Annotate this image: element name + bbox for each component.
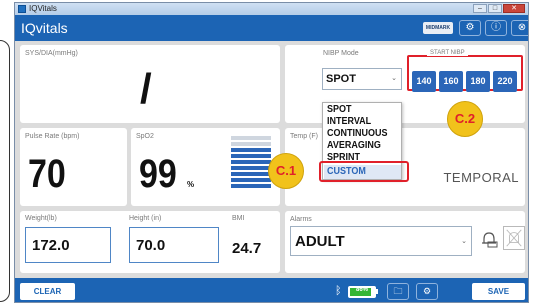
spo2-bar: [231, 184, 271, 188]
clear-button[interactable]: CLEAR: [20, 283, 75, 300]
close-icon[interactable]: ⊗: [511, 20, 528, 36]
pulse-panel: Pulse Rate (bpm) 70: [20, 128, 127, 206]
alarms-panel: Alarms ADULT ⌄: [285, 211, 525, 273]
start-nibp-label: START NIBP: [427, 50, 468, 56]
battery-tip: [376, 289, 378, 294]
minimize-button[interactable]: –: [473, 4, 487, 13]
spo2-bar: [231, 136, 271, 140]
spo2-label: SpO2: [136, 133, 154, 140]
nibp-panel: NIBP Mode SPOT ⌄ 140 160 180 220 START N…: [285, 45, 525, 123]
left-frame-decoration: [0, 40, 10, 302]
nibp-option-continuous[interactable]: CONTINUOUS: [327, 128, 388, 139]
app-window: IQVitals – □ ✕ IQvitals MIDMARK ⚙ ⓘ ⊗ SY…: [14, 2, 529, 303]
start-nibp-160-button[interactable]: 160: [439, 71, 463, 92]
nibp-mode-select[interactable]: SPOT ⌄: [322, 68, 402, 90]
pulse-value: 70: [28, 152, 66, 196]
measures-panel: Weight(lb) 172.0 Height (in) 70.0 BMI 24…: [20, 211, 280, 273]
nibp-option-averaging[interactable]: AVERAGING: [327, 140, 381, 151]
app-icon: [18, 5, 26, 13]
weight-value: 172.0: [32, 237, 70, 254]
info-icon[interactable]: ⓘ: [485, 20, 507, 36]
nibp-option-interval[interactable]: INTERVAL: [327, 116, 371, 127]
app-header: IQvitals MIDMARK ⚙ ⓘ ⊗: [15, 15, 528, 41]
bp-panel: SYS/DIA(mmHg) /: [20, 45, 280, 123]
alarm-silence-icon[interactable]: [503, 226, 525, 250]
spo2-bar: [231, 148, 271, 152]
start-nibp-180-button[interactable]: 180: [466, 71, 490, 92]
bluetooth-icon: ᛒ: [335, 285, 342, 297]
weight-field[interactable]: 172.0: [25, 227, 111, 263]
nibp-mode-label: NIBP Mode: [323, 50, 359, 57]
pulse-label: Pulse Rate (bpm): [25, 133, 80, 140]
bmi-label: BMI: [232, 215, 245, 222]
height-field[interactable]: 70.0: [129, 227, 219, 263]
spo2-bar: [231, 172, 271, 176]
footer-gear-icon[interactable]: ⚙: [416, 283, 438, 300]
nibp-option-spot[interactable]: SPOT: [327, 104, 352, 115]
save-button[interactable]: SAVE: [472, 283, 525, 300]
alarms-select[interactable]: ADULT ⌄: [290, 226, 472, 256]
custom-option-highlight: [319, 161, 409, 182]
spo2-signal-bars: [231, 136, 271, 190]
start-nibp-highlight: 140 160 180 220: [407, 55, 523, 92]
spo2-bar: [231, 154, 271, 158]
spo2-unit: %: [187, 180, 195, 189]
spo2-value: 99: [139, 152, 177, 196]
temp-label: Temp (F): [290, 133, 318, 140]
window-controls: – □ ✕: [473, 4, 525, 13]
window-titlebar: IQVitals – □ ✕: [15, 3, 528, 15]
spo2-panel: SpO2 99 %: [131, 128, 280, 206]
app-footer: CLEAR ᛒ 86% 🗀 ⚙ SAVE: [15, 278, 528, 302]
folder-icon[interactable]: 🗀: [387, 283, 409, 300]
midmark-logo: MIDMARK: [423, 22, 453, 34]
battery-text: 86%: [355, 287, 368, 293]
maximize-button[interactable]: □: [488, 4, 502, 13]
window-title: IQVitals: [29, 4, 57, 13]
window-close-button[interactable]: ✕: [503, 4, 525, 13]
bmi-value: 24.7: [232, 240, 262, 257]
chevron-down-icon: ⌄: [391, 75, 397, 82]
weight-label: Weight(lb): [25, 215, 57, 222]
start-nibp-220-button[interactable]: 220: [493, 71, 517, 92]
alarms-value: ADULT: [295, 233, 345, 250]
spo2-bar: [231, 178, 271, 182]
chevron-down-icon: ⌄: [461, 238, 467, 245]
settings-gear-icon[interactable]: ⚙: [459, 20, 481, 36]
nibp-mode-value: SPOT: [326, 73, 356, 85]
spo2-bar: [231, 142, 271, 146]
spo2-bar: [231, 160, 271, 164]
start-nibp-140-button[interactable]: 140: [412, 71, 436, 92]
battery-indicator: 86%: [348, 286, 376, 298]
height-label: Height (in): [129, 215, 162, 222]
sys-dia-label: SYS/DIA(mmHg): [25, 50, 78, 57]
bell-icon[interactable]: [480, 230, 498, 248]
alarms-label: Alarms: [290, 216, 312, 223]
temp-mode-value: TEMPORAL: [443, 170, 519, 185]
height-value: 70.0: [136, 237, 166, 254]
sys-dia-value: /: [140, 65, 152, 112]
callout-c2: C.2: [447, 101, 483, 137]
spo2-bar: [231, 166, 271, 170]
app-brand: IQvitals: [21, 20, 68, 36]
callout-c1: C.1: [268, 153, 304, 189]
